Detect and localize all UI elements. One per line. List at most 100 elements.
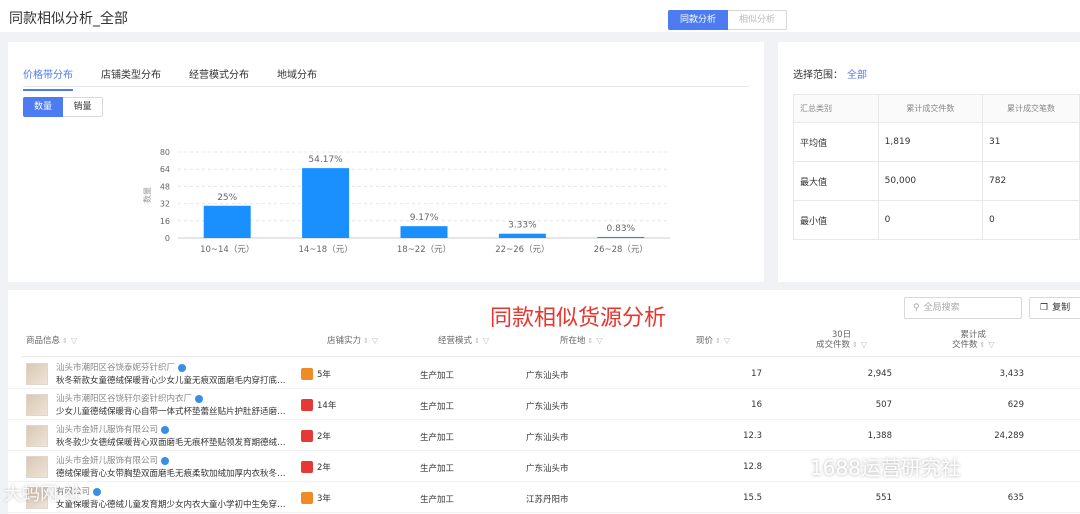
location: 江苏丹阳市 — [526, 495, 569, 505]
product-thumbnail[interactable] — [26, 425, 48, 447]
total-sales: 24,289 — [994, 431, 1024, 441]
x-tick-label: 18~22（元） — [397, 244, 451, 255]
header-divider — [22, 356, 1080, 357]
filter-icon: ▽ — [988, 340, 995, 349]
shop-level: 14年 — [301, 399, 336, 411]
product-thumbnail[interactable] — [26, 394, 48, 416]
business-mode: 生产加工 — [420, 495, 455, 505]
verified-icon — [195, 394, 204, 403]
data-label: 25% — [217, 193, 237, 203]
y-tick-label: 16 — [160, 217, 170, 226]
toggle-quantity[interactable]: 数量 — [23, 97, 63, 117]
total-sales: 629 — [1007, 400, 1024, 410]
copy-icon: ❐ — [1040, 303, 1049, 313]
product-thumbnail[interactable] — [26, 363, 48, 385]
x-tick-label: 22~26（元） — [495, 244, 549, 255]
summary-cell: 最小值 — [793, 200, 879, 240]
shop-badge-icon — [301, 492, 313, 504]
business-mode: 生产加工 — [420, 433, 455, 443]
col-header-product[interactable]: 商品信息 ⇕ ▽ — [26, 336, 77, 346]
product-name[interactable]: 秋冬款少女德绒保暖背心双面磨毛无痕杯垫贴领发育期德绒… — [56, 436, 296, 448]
table-row: 最大值 50,000 782 — [793, 161, 1080, 201]
tab-same-analysis[interactable]: 同款分析 — [668, 10, 729, 30]
col-header-location[interactable]: 所在地 ⇕ ▽ — [560, 336, 603, 346]
tab-shop-type[interactable]: 店铺类型分布 — [101, 66, 161, 91]
table-row[interactable]: 有限公司 女童保暖背心德绒儿童发育期少女内衣大童小学初中生免穿… 3年 生产加工 江苏丹… — [8, 482, 1080, 513]
shop-name[interactable]: 汕头市金妍儿服饰有限公司 — [56, 423, 170, 435]
summary-table: 汇总类别 累计成交件数 累计成交笔数 平均值 1,819 31 最大值 50,0… — [793, 94, 1080, 240]
location: 广东汕头市 — [526, 433, 569, 443]
shop-name[interactable]: 汕头市潮阳区谷饶轩尔姿针织内衣厂 — [56, 392, 204, 404]
scope-label: 选择范围： — [793, 70, 843, 81]
scope-selector: 选择范围： 全部 — [793, 66, 867, 81]
overlay-title: 同款相似货源分析 — [490, 306, 667, 331]
view-switch: 同款分析 相似分析 — [668, 10, 788, 30]
location: 广东汕头市 — [526, 371, 569, 381]
col-header-price[interactable]: 现价 ⇕ ▽ — [696, 336, 730, 346]
tab-region[interactable]: 地域分布 — [277, 66, 317, 91]
summary-cell: 31 — [982, 122, 1080, 162]
product-thumbnail[interactable] — [26, 456, 48, 478]
price: 17 — [751, 369, 762, 379]
col-header-shop-level[interactable]: 店铺实力 ⇕ ▽ — [327, 336, 378, 346]
price: 12.3 — [743, 431, 762, 441]
table-row[interactable]: 汕头市潮阳区谷饶泰妮芬针织厂 秋冬新款女童德绒保暖背心少女儿童无痕双面磨毛内穿打底… — [8, 358, 1080, 389]
product-name[interactable]: 秋冬新款女童德绒保暖背心少女儿童无痕双面磨毛内穿打底… — [56, 374, 296, 386]
search-icon: ⚲ — [913, 303, 920, 313]
price: 15.5 — [743, 493, 762, 503]
verified-icon — [161, 425, 170, 434]
copy-button[interactable]: ❐ 复制 — [1029, 297, 1080, 319]
location: 广东汕头市 — [526, 464, 569, 474]
bar — [400, 226, 448, 238]
x-tick-label: 14~18（元） — [298, 244, 352, 255]
metric-toggle: 数量 销量 — [23, 97, 103, 117]
table-row[interactable]: 汕头市潮阳区谷饶轩尔姿针织内衣厂 少女儿童德绒保暖背心自带一体式杯垫蕾丝贴片护肚舒… — [8, 389, 1080, 420]
col-header-total[interactable]: 累计成 交件数 ⇕ ▽ — [952, 330, 995, 350]
data-label: 54.17% — [308, 155, 343, 165]
col-header-sales30[interactable]: 30日 成交件数 ⇕ ▽ — [816, 330, 867, 350]
summary-cell: 平均值 — [793, 122, 879, 162]
shop-badge-icon — [301, 461, 313, 473]
shop-level: 2年 — [301, 430, 331, 442]
price: 16 — [751, 400, 762, 410]
product-name[interactable]: 德绒保暖背心女带胸垫双面磨毛无痕柔软加绒加厚内衣秋冬… — [56, 467, 296, 479]
product-name[interactable]: 少女儿童德绒保暖背心自带一体式杯垫蕾丝贴片护肚舒适磨… — [56, 405, 296, 417]
product-name[interactable]: 女童保暖背心德绒儿童发育期少女内衣大童小学初中生免穿… — [56, 498, 296, 510]
global-search-input[interactable]: ⚲ 全局搜索 — [904, 297, 1022, 319]
summary-header: 汇总类别 — [793, 94, 879, 123]
col-header-mode[interactable]: 经营模式 ⇕ ▽ — [438, 336, 489, 346]
summary-cell: 0 — [877, 200, 984, 240]
scope-value[interactable]: 全部 — [847, 70, 867, 81]
y-tick-label: 80 — [160, 148, 170, 157]
summary-cell: 1,819 — [877, 122, 984, 162]
y-tick-label: 32 — [160, 200, 170, 209]
x-tick-label: 26~28（元） — [594, 244, 648, 255]
sales-30d: 1,388 — [867, 431, 892, 441]
summary-panel: 选择范围： 全部 汇总类别 累计成交件数 累计成交笔数 平均值 1,819 31 … — [778, 42, 1080, 282]
shop-level: 5年 — [301, 368, 331, 380]
bar — [302, 168, 350, 238]
total-sales: 635 — [1007, 493, 1024, 503]
total-sales: 3,433 — [999, 369, 1024, 379]
data-label: 9.17% — [410, 213, 439, 223]
location: 广东汕头市 — [526, 402, 569, 412]
filter-icon: ▽ — [860, 340, 868, 349]
search-placeholder: 全局搜索 — [923, 303, 960, 313]
summary-header: 累计成交笔数 — [982, 94, 1080, 123]
toggle-sales[interactable]: 销量 — [63, 97, 103, 117]
tab-price-band[interactable]: 价格带分布 — [23, 66, 73, 91]
tab-business-mode[interactable]: 经营模式分布 — [189, 66, 249, 91]
watermark-left: 大蚂网·社 — [4, 484, 82, 505]
business-mode: 生产加工 — [420, 464, 455, 474]
bar — [203, 205, 251, 238]
shop-name[interactable]: 汕头市潮阳区谷饶泰妮芬针织厂 — [56, 361, 187, 373]
x-tick-label: 10~14（元） — [200, 244, 254, 255]
summary-cell: 最大值 — [793, 161, 879, 201]
bar — [597, 236, 645, 238]
tabs-divider — [23, 86, 749, 87]
shop-name[interactable]: 汕头市金妍儿服饰有限公司 — [56, 454, 170, 466]
sales-30d: 2,945 — [867, 369, 892, 379]
table-row[interactable]: 汕头市金妍儿服饰有限公司 秋冬款少女德绒保暖背心双面磨毛无痕杯垫贴领发育期德绒… 2… — [8, 420, 1080, 451]
shop-badge-icon — [301, 399, 313, 411]
tab-similar-analysis[interactable]: 相似分析 — [728, 10, 788, 30]
